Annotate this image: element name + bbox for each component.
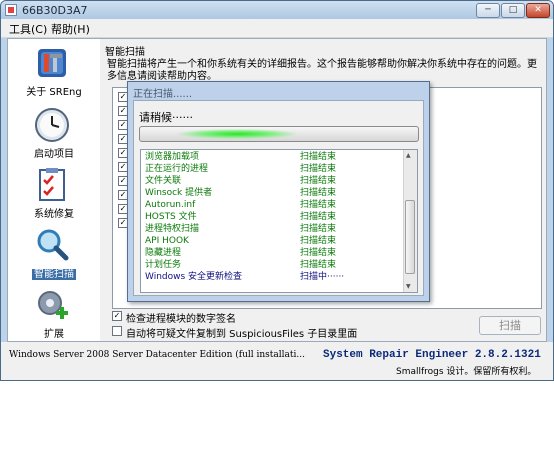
window-title: 66B30D3A7	[22, 4, 88, 17]
scrollbar-thumb[interactable]	[405, 200, 415, 274]
sidebar-item-label: 关于 SREng	[26, 87, 82, 98]
title-bar[interactable]: 66B30D3A7 ─ □ ✕	[1, 1, 553, 19]
dialog-body: 请稍候······ 浏览器加载项 扫描结束 正在运行的进程 扫描结束 文件关联 扫描结…	[133, 100, 424, 296]
menu-tools[interactable]: 工具(C)	[9, 21, 47, 37]
copy-suspicious-checkbox[interactable]	[112, 326, 122, 336]
scan-progress-bar	[139, 126, 419, 142]
credit-text: Smallfrogs 设计。保留所有权利。	[396, 367, 537, 377]
vertical-scrollbar[interactable]: ▲ ▼	[403, 150, 417, 292]
sidebar-item-smart-scan[interactable]: 智能扫描	[8, 227, 100, 287]
scan-status-row: HOSTS 文件 扫描结束	[145, 212, 337, 222]
maximize-button[interactable]: □	[501, 3, 525, 18]
status-bar: Windows Server 2008 Server Datacenter Ed…	[1, 342, 553, 380]
scan-button[interactable]: 扫描	[479, 316, 541, 335]
menu-bar: 工具(C) 帮助(H)	[1, 19, 553, 38]
sidebar-item-startup[interactable]: 启动项目	[8, 107, 100, 167]
main-window: 66B30D3A7 ─ □ ✕ 工具(C) 帮助(H) 关于 SREng 启动项…	[0, 0, 554, 381]
scan-status-row: API HOOK 扫描结束	[145, 236, 337, 246]
scroll-up-icon[interactable]: ▲	[406, 152, 411, 159]
gear-plus-icon	[38, 291, 68, 319]
os-info: Windows Server 2008 Server Datacenter Ed…	[9, 350, 305, 360]
sidebar-item-repair[interactable]: 系统修复	[8, 167, 100, 227]
verify-signature-label: 检查进程模块的数字签名	[126, 314, 236, 325]
sidebar-item-label: 扩展	[44, 329, 64, 340]
scan-status-row: Autorun.inf 扫描结束	[145, 200, 337, 210]
section-description: 智能扫描将产生一个和你系统有关的详细报告。这个报告能够帮助你解决你系统中存在的问…	[107, 59, 537, 82]
sidebar-item-extensions[interactable]: 扩展	[8, 287, 100, 347]
scan-status-list[interactable]: 浏览器加载项 扫描结束 正在运行的进程 扫描结束 文件关联 扫描结束 Winsock …	[140, 149, 418, 293]
app-icon	[5, 4, 17, 16]
scroll-down-icon[interactable]: ▼	[406, 283, 411, 290]
sidebar-item-label: 系统修复	[34, 209, 74, 220]
minimize-button[interactable]: ─	[476, 3, 500, 18]
sidebar-item-label: 智能扫描	[32, 269, 76, 280]
wait-text: 请稍候······	[139, 111, 193, 124]
sidebar-item-about[interactable]: 关于 SREng	[8, 45, 100, 105]
magnifier-icon	[37, 229, 69, 261]
close-button[interactable]: ✕	[526, 3, 550, 18]
checklist-icon	[39, 168, 65, 201]
section-title: 智能扫描	[105, 47, 145, 58]
scan-status-row: 计划任务 扫描结束	[145, 260, 337, 270]
verify-signature-checkbox[interactable]: ✓	[112, 311, 122, 321]
tools-icon	[38, 49, 66, 77]
clock-icon	[35, 108, 69, 142]
scanning-dialog: 正在扫描...... 请稍候······ 浏览器加载项 扫描结束 正在运行的进程扫…	[127, 81, 430, 302]
sidebar: 关于 SREng 启动项目 系统修复 智能扫描 扩展	[8, 39, 100, 341]
sidebar-item-label: 启动项目	[34, 149, 74, 160]
scan-status-row: 隐藏进程 扫描结束	[145, 248, 337, 258]
menu-help[interactable]: 帮助(H)	[51, 21, 90, 37]
scan-status-row: 正在运行的进程 扫描结束	[145, 164, 337, 174]
scan-status-row-current: Windows 安全更新检查 扫描中······	[145, 272, 345, 282]
copy-suspicious-label: 自动将可疑文件复制到 SuspiciousFiles 子目录里面	[126, 329, 358, 340]
progress-glow	[177, 129, 298, 139]
scan-status-row: 进程特权扫描 扫描结束	[145, 224, 337, 234]
scan-status-row: 文件关联 扫描结束	[145, 176, 337, 186]
scan-status-row: Winsock 提供者 扫描结束	[145, 188, 337, 198]
scan-status-row: 浏览器加载项 扫描结束	[145, 152, 337, 162]
product-version: System Repair Engineer 2.8.2.1321	[323, 349, 541, 361]
dialog-title: 正在扫描......	[133, 89, 193, 100]
